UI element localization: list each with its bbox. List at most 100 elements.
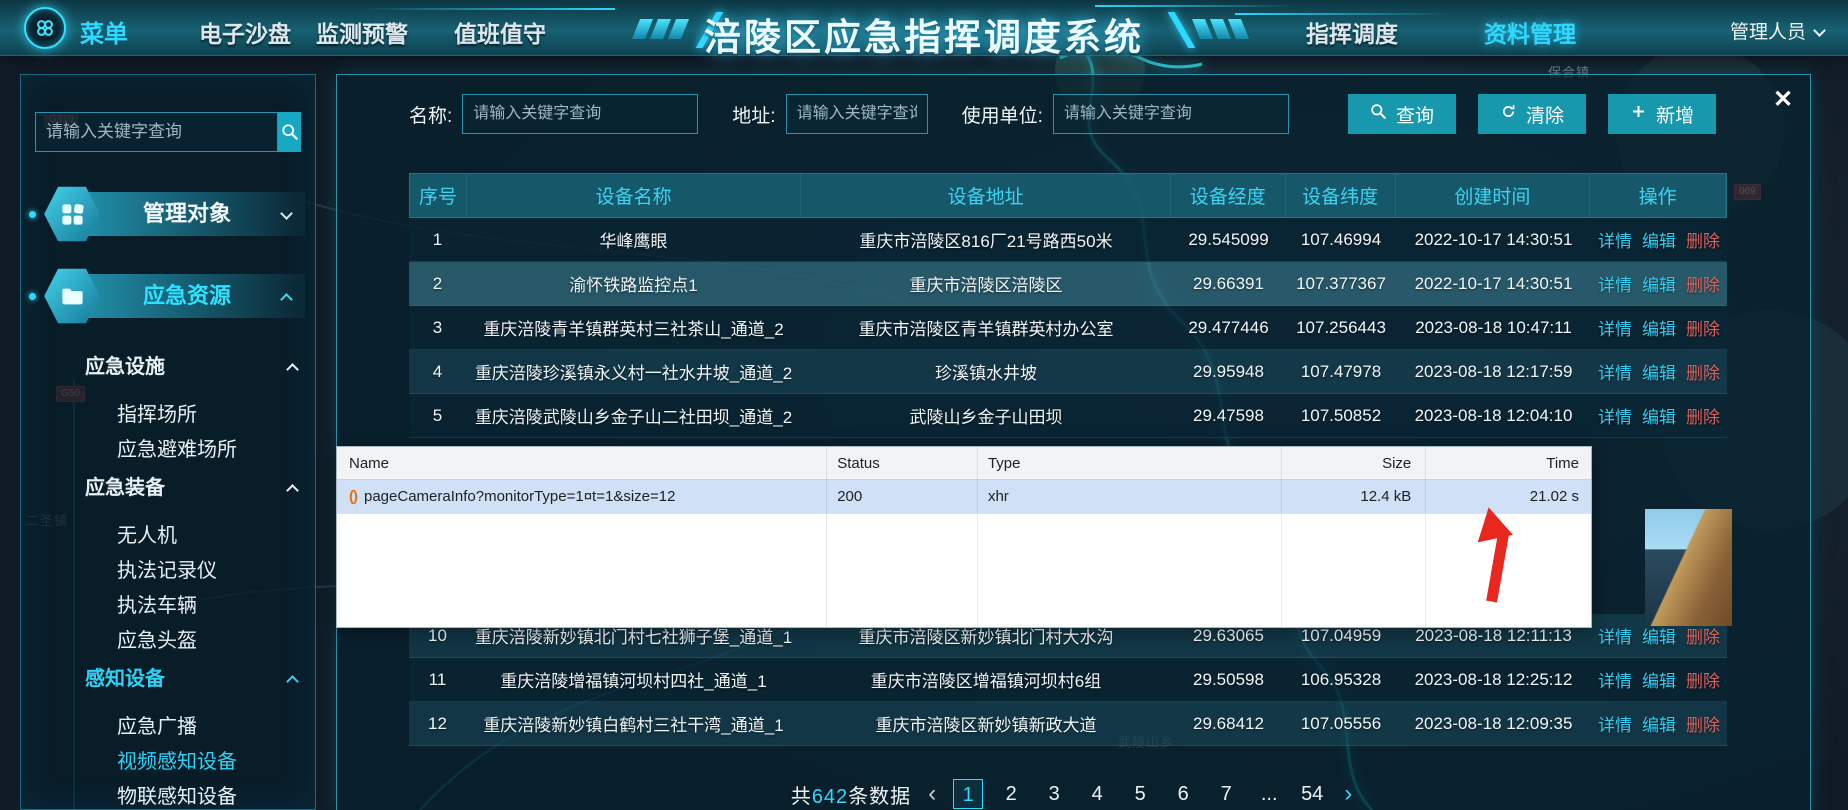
edit-link[interactable]: 编辑 [1642, 359, 1676, 384]
delete-link[interactable]: 删除 [1686, 403, 1720, 428]
nav-item-1[interactable]: 监测预警 [316, 15, 408, 49]
table-cell: 29.47598 [1171, 394, 1286, 437]
table-cell: 2023-08-18 12:25:12 [1396, 658, 1591, 701]
devtools-column-header[interactable]: Status [825, 447, 976, 479]
total-count: 642 [812, 786, 848, 808]
page-button[interactable]: 7 [1211, 779, 1241, 809]
devtools-column-header[interactable]: Name [337, 447, 825, 479]
table-row[interactable]: 4重庆涪陵珍溪镇永义村一社水井坡_通道_2珍溪镇水井坡29.95948107.4… [409, 350, 1727, 394]
sidebar-tree-item[interactable]: 物联感知设备 [21, 780, 315, 810]
column-header: 设备经度 [1171, 174, 1286, 217]
user-menu[interactable]: 管理人员 [1730, 17, 1824, 44]
detail-link[interactable]: 详情 [1598, 623, 1632, 648]
table-row[interactable]: 5重庆涪陵武陵山乡金子山二社田坝_通道_2武陵山乡金子山田坝29.4759810… [409, 394, 1727, 438]
page-button[interactable]: 4 [1082, 779, 1112, 809]
devtools-column-header[interactable]: Type [976, 447, 1280, 479]
column-divider [826, 447, 827, 627]
menu-button[interactable]: 菜单 [80, 14, 128, 49]
edit-link[interactable]: 编辑 [1642, 227, 1676, 252]
table-row[interactable]: 1华峰鹰眼重庆市涪陵区816厂21号路西50米29.545099107.4699… [409, 218, 1727, 262]
table-cell: 107.256443 [1286, 306, 1396, 349]
tree-item-label: 应急设施 [85, 356, 165, 378]
delete-link[interactable]: 删除 [1686, 623, 1720, 648]
sidebar-tree-item[interactable]: 应急避难场所 [21, 433, 315, 468]
detail-link[interactable]: 详情 [1598, 227, 1632, 252]
edit-link[interactable]: 编辑 [1642, 623, 1676, 648]
delete-link[interactable]: 删除 [1686, 667, 1720, 692]
detail-link[interactable]: 详情 [1598, 667, 1632, 692]
devtools-column-header[interactable]: Time [1423, 447, 1591, 479]
search-button[interactable]: 查询 [1348, 94, 1456, 134]
sidebar-tree-item[interactable]: 执法车辆 [21, 589, 315, 624]
table-cell: 29.95948 [1171, 350, 1286, 393]
page-button[interactable]: 2 [996, 779, 1026, 809]
page-button[interactable]: 3 [1039, 779, 1069, 809]
devtools-column-header[interactable]: Size [1279, 447, 1423, 479]
table-row[interactable]: 2渝怀铁路监控点1重庆市涪陵区涪陵区29.66391107.3773672022… [409, 262, 1727, 306]
group-label: 应急资源 [143, 272, 231, 320]
next-page-button[interactable]: › [1340, 780, 1356, 808]
sidebar-search-input[interactable] [35, 112, 278, 152]
detail-link[interactable]: 详情 [1598, 711, 1632, 736]
page-button[interactable]: 6 [1168, 779, 1198, 809]
detail-link[interactable]: 详情 [1598, 271, 1632, 296]
detail-link[interactable]: 详情 [1598, 403, 1632, 428]
sidebar-tree-item[interactable]: 应急广播 [21, 710, 315, 745]
page-button[interactable]: 1 [953, 779, 983, 809]
row-actions: 详情编辑删除 [1591, 658, 1727, 701]
delete-link[interactable]: 删除 [1686, 359, 1720, 384]
prev-page-button[interactable]: ‹ [924, 780, 940, 808]
filter-input[interactable] [786, 94, 928, 134]
sidebar-tree-item[interactable]: 无人机 [21, 519, 315, 554]
filter-input[interactable] [1053, 94, 1289, 134]
sidebar-search-button[interactable] [278, 112, 301, 152]
search-icon [1370, 103, 1387, 126]
nav-item-0[interactable]: 电子沙盘 [199, 15, 291, 49]
chevron-up-icon [286, 484, 299, 497]
sidebar-tree-item[interactable]: 指挥场所 [21, 398, 315, 433]
delete-link[interactable]: 删除 [1686, 315, 1720, 340]
page-ellipsis[interactable]: ... [1254, 779, 1284, 809]
request-status: 200 [825, 480, 976, 513]
table-cell: 29.477446 [1171, 306, 1286, 349]
table-cell: 12 [409, 702, 466, 745]
menu-logo-icon[interactable] [24, 7, 66, 49]
chevron-down-icon [1813, 24, 1826, 37]
nav-item-right-1[interactable]: 资料管理 [1484, 15, 1576, 49]
table-cell: 107.377367 [1286, 262, 1396, 305]
sidebar-group-item[interactable]: 应急资源 [55, 272, 307, 320]
camera-photo-thumbnail[interactable] [1645, 509, 1732, 626]
sidebar-tree-item[interactable]: 执法记录仪 [21, 554, 315, 589]
edit-link[interactable]: 编辑 [1642, 667, 1676, 692]
sidebar-tree-item[interactable]: 应急设施 [21, 350, 315, 385]
detail-link[interactable]: 详情 [1598, 359, 1632, 384]
close-icon[interactable]: ✕ [1768, 85, 1798, 115]
network-request-row[interactable]: () pageCameraInfo?monitorType=1¤t=1&size… [337, 480, 1591, 514]
detail-link[interactable]: 详情 [1598, 315, 1632, 340]
page-button[interactable]: 5 [1125, 779, 1155, 809]
button-label: 新增 [1656, 101, 1694, 128]
clear-button[interactable]: 清除 [1478, 94, 1586, 134]
delete-link[interactable]: 删除 [1686, 711, 1720, 736]
table-row[interactable]: 11重庆涪陵增福镇河坝村四社_通道_1重庆市涪陵区增福镇河坝村6组29.5059… [409, 658, 1727, 702]
sidebar-group-item[interactable]: 管理对象 [55, 190, 307, 238]
page-button[interactable]: 54 [1297, 779, 1327, 809]
edit-link[interactable]: 编辑 [1642, 403, 1676, 428]
edit-link[interactable]: 编辑 [1642, 315, 1676, 340]
sidebar-tree-item[interactable]: 应急装备 [21, 471, 315, 506]
request-type: xhr [976, 480, 1280, 513]
tree-item-label: 指挥场所 [117, 404, 197, 426]
delete-link[interactable]: 删除 [1686, 271, 1720, 296]
sidebar-tree-item[interactable]: 视频感知设备 [21, 745, 315, 780]
sidebar-tree-item[interactable]: 感知设备 [21, 662, 315, 697]
filter-input[interactable] [462, 94, 698, 134]
sidebar-tree-item[interactable]: 应急头盔 [21, 624, 315, 659]
nav-item-2[interactable]: 值班值守 [454, 15, 546, 49]
table-row[interactable]: 12重庆涪陵新妙镇白鹤村三社干湾_通道_1重庆市涪陵区新妙镇新政大道29.684… [409, 702, 1727, 746]
edit-link[interactable]: 编辑 [1642, 271, 1676, 296]
add-button[interactable]: 新增 [1608, 94, 1716, 134]
delete-link[interactable]: 删除 [1686, 227, 1720, 252]
nav-item-right-0[interactable]: 指挥调度 [1306, 15, 1398, 49]
edit-link[interactable]: 编辑 [1642, 711, 1676, 736]
table-row[interactable]: 3重庆涪陵青羊镇群英村三社茶山_通道_2重庆市涪陵区青羊镇群英村办公室29.47… [409, 306, 1727, 350]
